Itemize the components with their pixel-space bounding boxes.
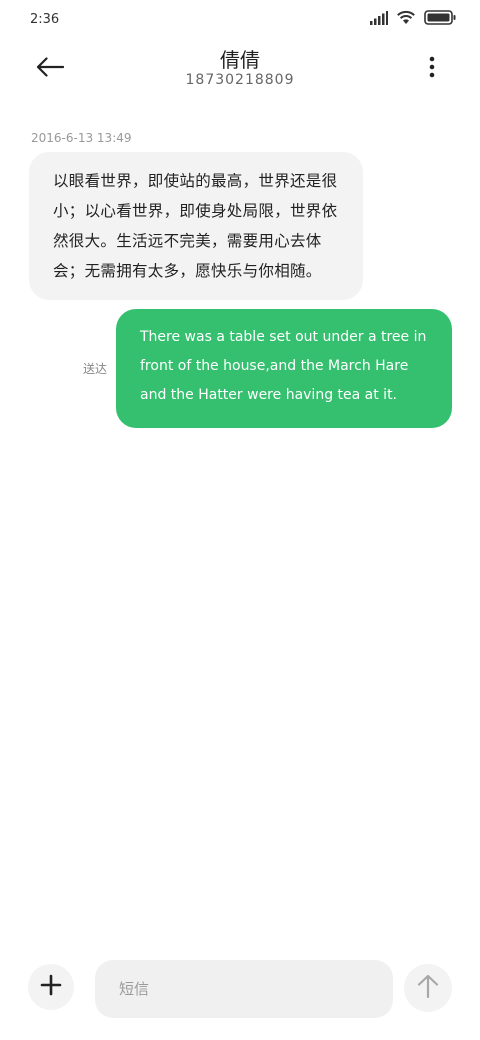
message-timestamp: 2016-6-13 13:49 [31, 131, 132, 145]
more-vertical-icon [429, 56, 435, 82]
conversation-header: 倩倩 18730218809 [0, 40, 480, 104]
add-attachment-button[interactable] [28, 964, 74, 1010]
contact-number: 18730218809 [185, 72, 295, 88]
message-input[interactable] [95, 960, 393, 1018]
received-message-bubble[interactable]: 以眼看世界，即使站的最高，世界还是很小；以心看世界，即使身处局限，世界依然很大。… [29, 152, 363, 300]
sent-message-bubble[interactable]: There was a table set out under a tree i… [116, 309, 452, 428]
plus-icon [40, 974, 62, 1000]
signal-icon [370, 10, 388, 29]
status-time: 2:36 [30, 12, 60, 27]
send-button[interactable] [404, 964, 452, 1012]
battery-icon [424, 10, 456, 29]
status-bar: 2:36 [0, 0, 480, 40]
status-icons [370, 10, 456, 29]
contact-name: 倩倩 [220, 48, 260, 72]
delivery-status: 送达 [83, 362, 108, 376]
wifi-icon [396, 10, 416, 29]
more-options-button[interactable] [420, 52, 444, 86]
arrow-up-icon [417, 974, 439, 1002]
message-composer [0, 955, 480, 1025]
